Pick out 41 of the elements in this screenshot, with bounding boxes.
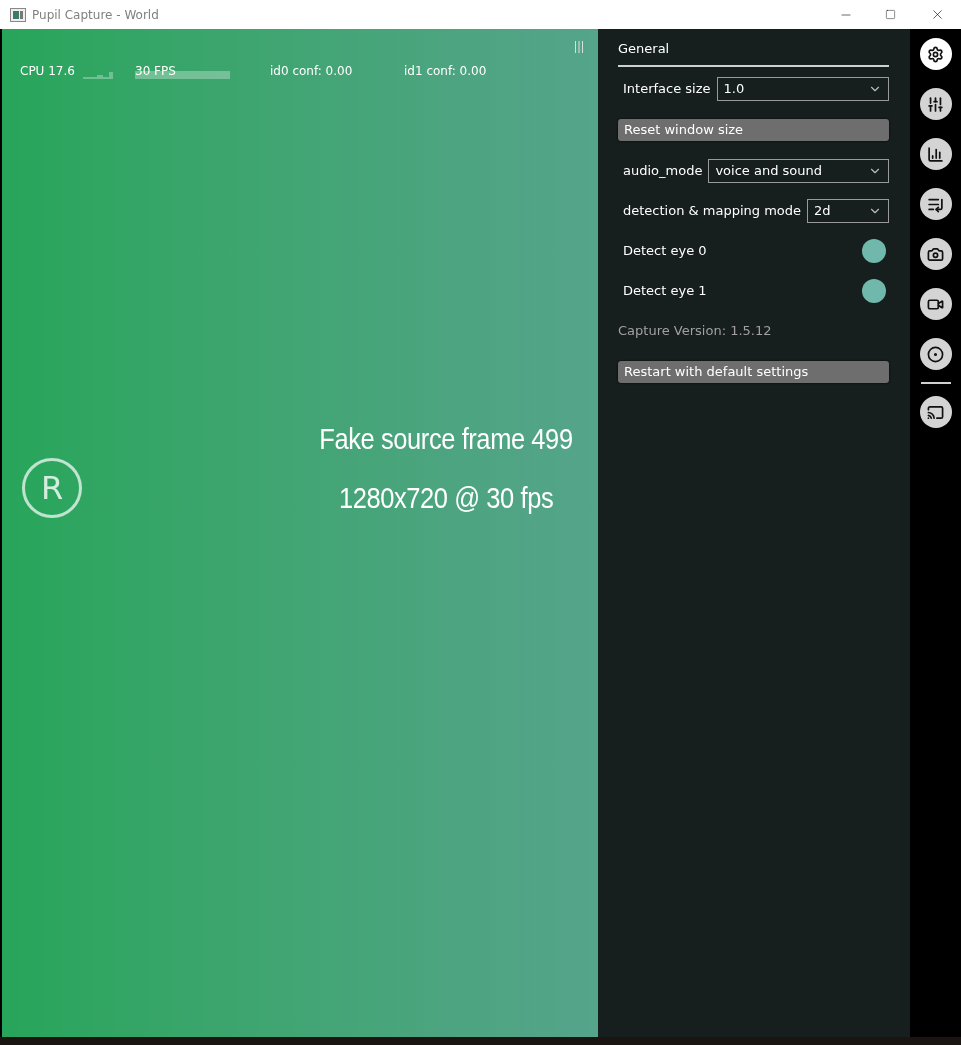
recording-mark: R bbox=[22, 458, 82, 518]
camera-icon bbox=[927, 245, 944, 263]
setting-label: detection & mapping mode bbox=[623, 202, 802, 221]
toggle[interactable] bbox=[862, 279, 886, 303]
app-icon bbox=[10, 7, 26, 22]
sidebar-button[interactable] bbox=[919, 88, 952, 120]
setting-label: audio_mode bbox=[623, 162, 703, 181]
setting-label: Detect eye 1 bbox=[623, 282, 707, 301]
sidebar-button[interactable] bbox=[919, 138, 952, 170]
frame-text: Fake source frame 499 bbox=[319, 421, 573, 457]
panel-button[interactable]: Reset window size bbox=[618, 119, 889, 141]
stat-label: 30 FPS bbox=[135, 63, 176, 80]
maximize-icon[interactable] bbox=[885, 9, 896, 20]
setting-label: Interface size bbox=[623, 80, 711, 99]
gear-icon bbox=[927, 45, 944, 63]
sidebar-button[interactable] bbox=[919, 396, 952, 428]
cast-icon bbox=[927, 403, 944, 421]
stat-label: CPU 17.6 bbox=[20, 63, 75, 80]
window-title: Pupil Capture - World bbox=[32, 6, 159, 24]
cpu-graph bbox=[82, 71, 113, 79]
bar-chart-icon bbox=[927, 145, 944, 163]
dropdown[interactable]: voice and sound bbox=[708, 159, 889, 183]
toggle[interactable] bbox=[862, 239, 886, 263]
stat-label: id1 conf: 0.00 bbox=[404, 63, 487, 80]
stat-label: id0 conf: 0.00 bbox=[270, 63, 353, 80]
sidebar-button[interactable] bbox=[919, 38, 952, 70]
sidebar-button[interactable] bbox=[919, 238, 952, 270]
frame-text: 1280x720 @ 30 fps bbox=[338, 480, 554, 516]
sliders-icon bbox=[927, 95, 944, 113]
version-text: Capture Version: 1.5.12 bbox=[618, 322, 772, 341]
panel-button[interactable]: Restart with default settings bbox=[618, 361, 889, 383]
sidebar-button[interactable] bbox=[919, 338, 952, 370]
menu-handle-icon[interactable] bbox=[574, 41, 584, 53]
sidebar-button[interactable] bbox=[919, 288, 952, 320]
setting-label: Detect eye 0 bbox=[623, 242, 707, 261]
close-icon[interactable] bbox=[930, 7, 945, 22]
panel-title: General bbox=[618, 40, 671, 57]
target-icon bbox=[927, 345, 944, 363]
dropdown[interactable]: 1.0 bbox=[716, 77, 889, 101]
dropdown[interactable]: 2d bbox=[807, 199, 889, 223]
sidebar-button[interactable] bbox=[919, 188, 952, 220]
